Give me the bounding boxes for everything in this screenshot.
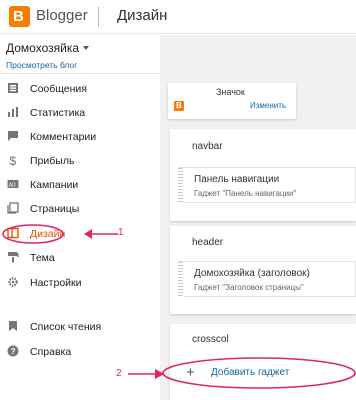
sidebar-item-earnings[interactable]: $ Прибыль xyxy=(0,150,160,172)
posts-icon xyxy=(8,83,18,93)
sidebar-item-theme[interactable]: Тема xyxy=(0,247,160,269)
dollar-icon: $ xyxy=(10,154,17,166)
svg-text:$: $ xyxy=(10,154,17,166)
sidebar-item-label: Кампании xyxy=(30,179,79,191)
sidebar-divider xyxy=(0,73,160,74)
blogger-badge-icon: B xyxy=(174,101,184,111)
add-gadget-label: Добавить гаджет xyxy=(211,367,290,378)
bookmark-icon xyxy=(9,321,17,331)
blogger-layout-screen: B Blogger Дизайн Домохозяйка Просмотреть… xyxy=(0,0,356,400)
chevron-down-icon[interactable] xyxy=(83,46,89,50)
sidebar-item-help[interactable]: ? Справка xyxy=(0,341,160,363)
top-bar: B Blogger Дизайн xyxy=(0,0,356,34)
page-title: Дизайн xyxy=(117,7,168,24)
section-navbar: navbar Панель навигации Гаджет "Панель н… xyxy=(170,129,356,221)
sidebar-item-label: Тема xyxy=(30,252,55,264)
sidebar-item-label: Страницы xyxy=(30,203,80,215)
badge-gadget[interactable]: Значок B Изменить xyxy=(168,83,296,119)
gadget-subtitle: Гаджет "Заголовок страницы" xyxy=(194,283,304,292)
svg-text:AD: AD xyxy=(9,182,16,188)
gadget-subtitle: Гаджет "Панель навигации" xyxy=(194,189,297,198)
sidebar-item-reading-list[interactable]: Список чтения xyxy=(0,316,160,338)
sidebar-item-layout[interactable]: Дизайн xyxy=(0,223,160,245)
theme-icon xyxy=(8,252,19,263)
sidebar-item-label: Сообщения xyxy=(30,83,87,95)
gear-icon xyxy=(8,277,18,287)
sidebar-item-pages[interactable]: Страницы xyxy=(0,198,160,220)
badge-edit-link[interactable]: Изменить xyxy=(250,101,286,110)
sidebar-item-label: Справка xyxy=(30,346,72,358)
sidebar-item-comments[interactable]: Комментарии xyxy=(0,126,160,148)
sidebar-item-label: Дизайн xyxy=(30,228,66,240)
sidebar-item-label: Комментарии xyxy=(30,131,97,143)
svg-text:?: ? xyxy=(11,347,16,356)
plus-icon: + xyxy=(186,364,195,381)
sidebar-item-label: Настройки xyxy=(30,277,82,289)
drag-handle-icon[interactable] xyxy=(178,262,183,298)
sidebar-item-settings[interactable]: Настройки xyxy=(0,272,160,294)
header-divider xyxy=(98,7,99,27)
stats-icon xyxy=(8,107,18,117)
comments-icon xyxy=(8,131,18,141)
sidebar-item-stats[interactable]: Статистика xyxy=(0,102,160,124)
gadget-title: Панель навигации xyxy=(194,174,280,185)
drag-handle-icon[interactable] xyxy=(178,168,183,204)
annotation-label-2: 2 xyxy=(116,368,122,379)
pages-icon xyxy=(7,202,19,214)
blogger-logo-icon[interactable]: B xyxy=(9,6,30,27)
section-header: header Домохозяйка (заголовок) Гаджет "З… xyxy=(170,226,356,314)
gadget-navbar[interactable]: Панель навигации Гаджет "Панель навигаци… xyxy=(178,167,356,204)
sidebar-item-label: Список чтения xyxy=(30,321,102,333)
blog-selector[interactable]: Домохозяйка xyxy=(6,41,79,55)
sidebar-item-campaigns[interactable]: AD Кампании xyxy=(0,174,160,196)
section-title: header xyxy=(192,237,224,248)
ads-icon: AD xyxy=(7,180,19,188)
gadget-header[interactable]: Домохозяйка (заголовок) Гаджет "Заголово… xyxy=(178,261,356,298)
sidebar-item-posts[interactable]: Сообщения xyxy=(0,78,160,100)
section-title: crosscol xyxy=(192,334,229,345)
view-blog-link[interactable]: Просмотреть блог xyxy=(6,60,77,70)
section-title: navbar xyxy=(192,141,223,152)
annotation-label-1: 1 xyxy=(118,227,124,238)
sidebar-item-label: Прибыль xyxy=(30,155,75,167)
section-crosscol: crosscol xyxy=(170,324,356,400)
brand-name: Blogger xyxy=(36,7,88,24)
help-icon: ? xyxy=(7,345,19,357)
gadget-title: Домохозяйка (заголовок) xyxy=(194,268,310,279)
badge-title: Значок xyxy=(216,87,245,97)
layout-icon xyxy=(7,227,19,239)
add-gadget-button[interactable]: + Добавить гаджет xyxy=(178,363,356,385)
sidebar-item-label: Статистика xyxy=(30,107,86,119)
